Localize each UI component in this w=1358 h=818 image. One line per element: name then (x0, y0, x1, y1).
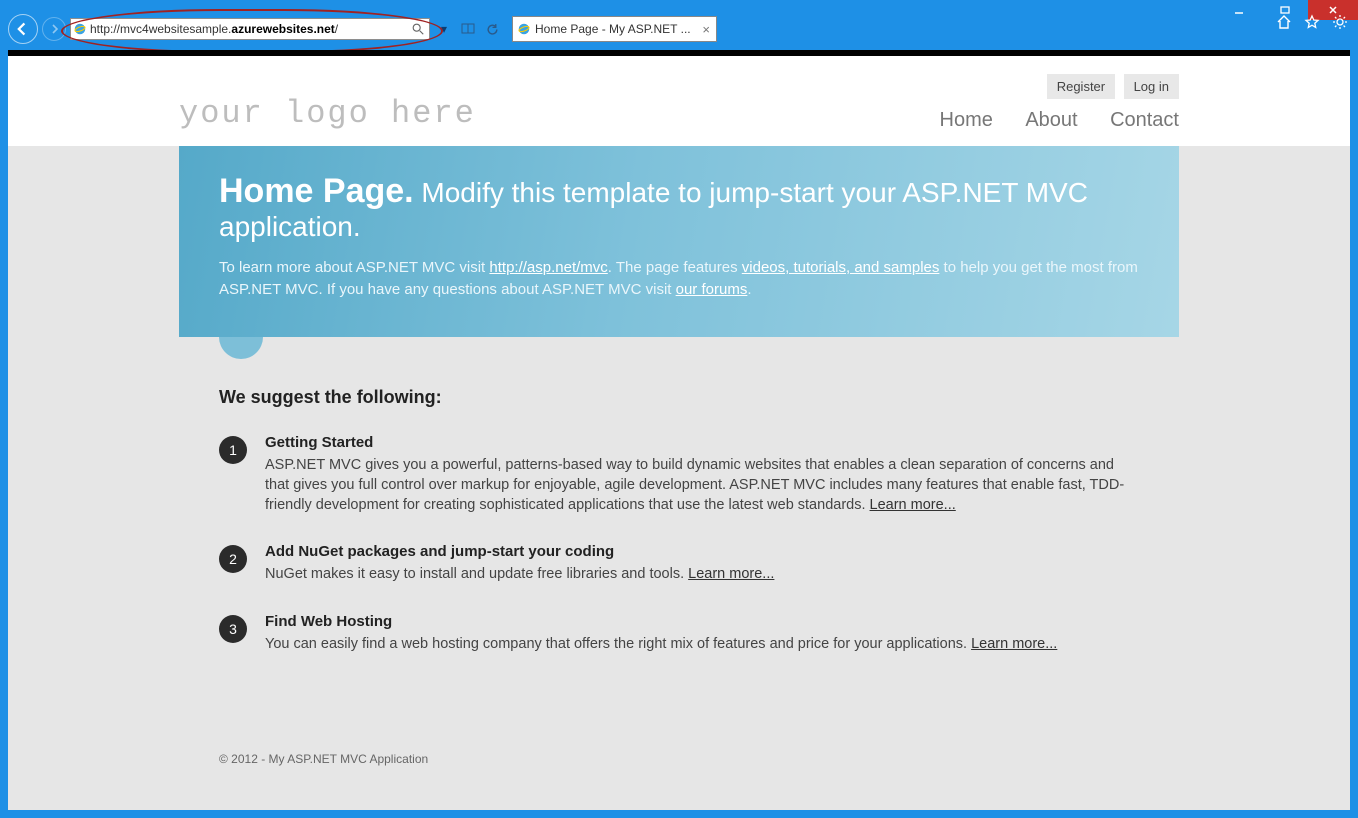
tab-title: Home Page - My ASP.NET ... (535, 22, 700, 36)
tab-close-icon[interactable]: × (700, 22, 712, 37)
hero-link-mvc[interactable]: http://asp.net/mvc (489, 259, 607, 276)
page-footer: © 2012 - My ASP.NET MVC Application (179, 742, 1179, 806)
step-number: 1 (219, 436, 247, 464)
hero-link-samples[interactable]: videos, tutorials, and samples (742, 259, 940, 276)
tools-icon[interactable] (1332, 14, 1348, 35)
list-item: 2 Add NuGet packages and jump-start your… (219, 543, 1139, 584)
page-viewport: your logo here Register Log in Home Abou… (8, 50, 1350, 810)
ie-icon (517, 22, 531, 36)
suggest-heading: We suggest the following: (219, 387, 1139, 408)
item-body: ASP.NET MVC gives you a powerful, patter… (265, 455, 1139, 516)
site-logo: your logo here (179, 95, 476, 132)
main-nav: Home About Contact (912, 109, 1179, 132)
nav-back-button[interactable] (8, 14, 38, 44)
learn-more-link[interactable]: Learn more... (971, 636, 1057, 652)
item-title: Add NuGet packages and jump-start your c… (265, 543, 774, 560)
favorites-icon[interactable] (1304, 14, 1320, 35)
learn-more-link[interactable]: Learn more... (870, 497, 956, 513)
hero-title: Home Page. Modify this template to jump-… (219, 172, 1139, 243)
hero-banner: Home Page. Modify this template to jump-… (179, 146, 1179, 337)
nav-forward-button[interactable] (42, 17, 66, 41)
list-item: 1 Getting Started ASP.NET MVC gives you … (219, 434, 1139, 516)
hero-tab-decoration (219, 337, 263, 359)
nav-contact[interactable]: Contact (1110, 109, 1179, 131)
step-number: 2 (219, 545, 247, 573)
address-bar[interactable]: http://mvc4websitesample.azurewebsites.n… (70, 18, 430, 40)
item-body: NuGet makes it easy to install and updat… (265, 564, 774, 584)
item-body: You can easily find a web hosting compan… (265, 634, 1057, 654)
home-icon[interactable] (1276, 14, 1292, 35)
nav-home[interactable]: Home (940, 109, 993, 131)
browser-tab[interactable]: Home Page - My ASP.NET ... × (512, 16, 717, 42)
ie-icon (73, 22, 87, 36)
dropdown-icon[interactable]: ▾ (434, 19, 454, 39)
register-link[interactable]: Register (1047, 74, 1115, 99)
list-item: 3 Find Web Hosting You can easily find a… (219, 613, 1139, 654)
address-url: http://mvc4websitesample.azurewebsites.n… (90, 22, 411, 36)
compat-view-icon[interactable] (458, 19, 478, 39)
nav-about[interactable]: About (1025, 109, 1077, 131)
refresh-icon[interactable] (482, 19, 502, 39)
hero-paragraph: To learn more about ASP.NET MVC visit ht… (219, 257, 1139, 301)
item-title: Find Web Hosting (265, 613, 1057, 630)
hero-link-forums[interactable]: our forums (676, 281, 748, 298)
item-title: Getting Started (265, 434, 1139, 451)
step-number: 3 (219, 615, 247, 643)
search-icon[interactable] (411, 22, 425, 36)
login-link[interactable]: Log in (1124, 74, 1179, 99)
learn-more-link[interactable]: Learn more... (688, 566, 774, 582)
